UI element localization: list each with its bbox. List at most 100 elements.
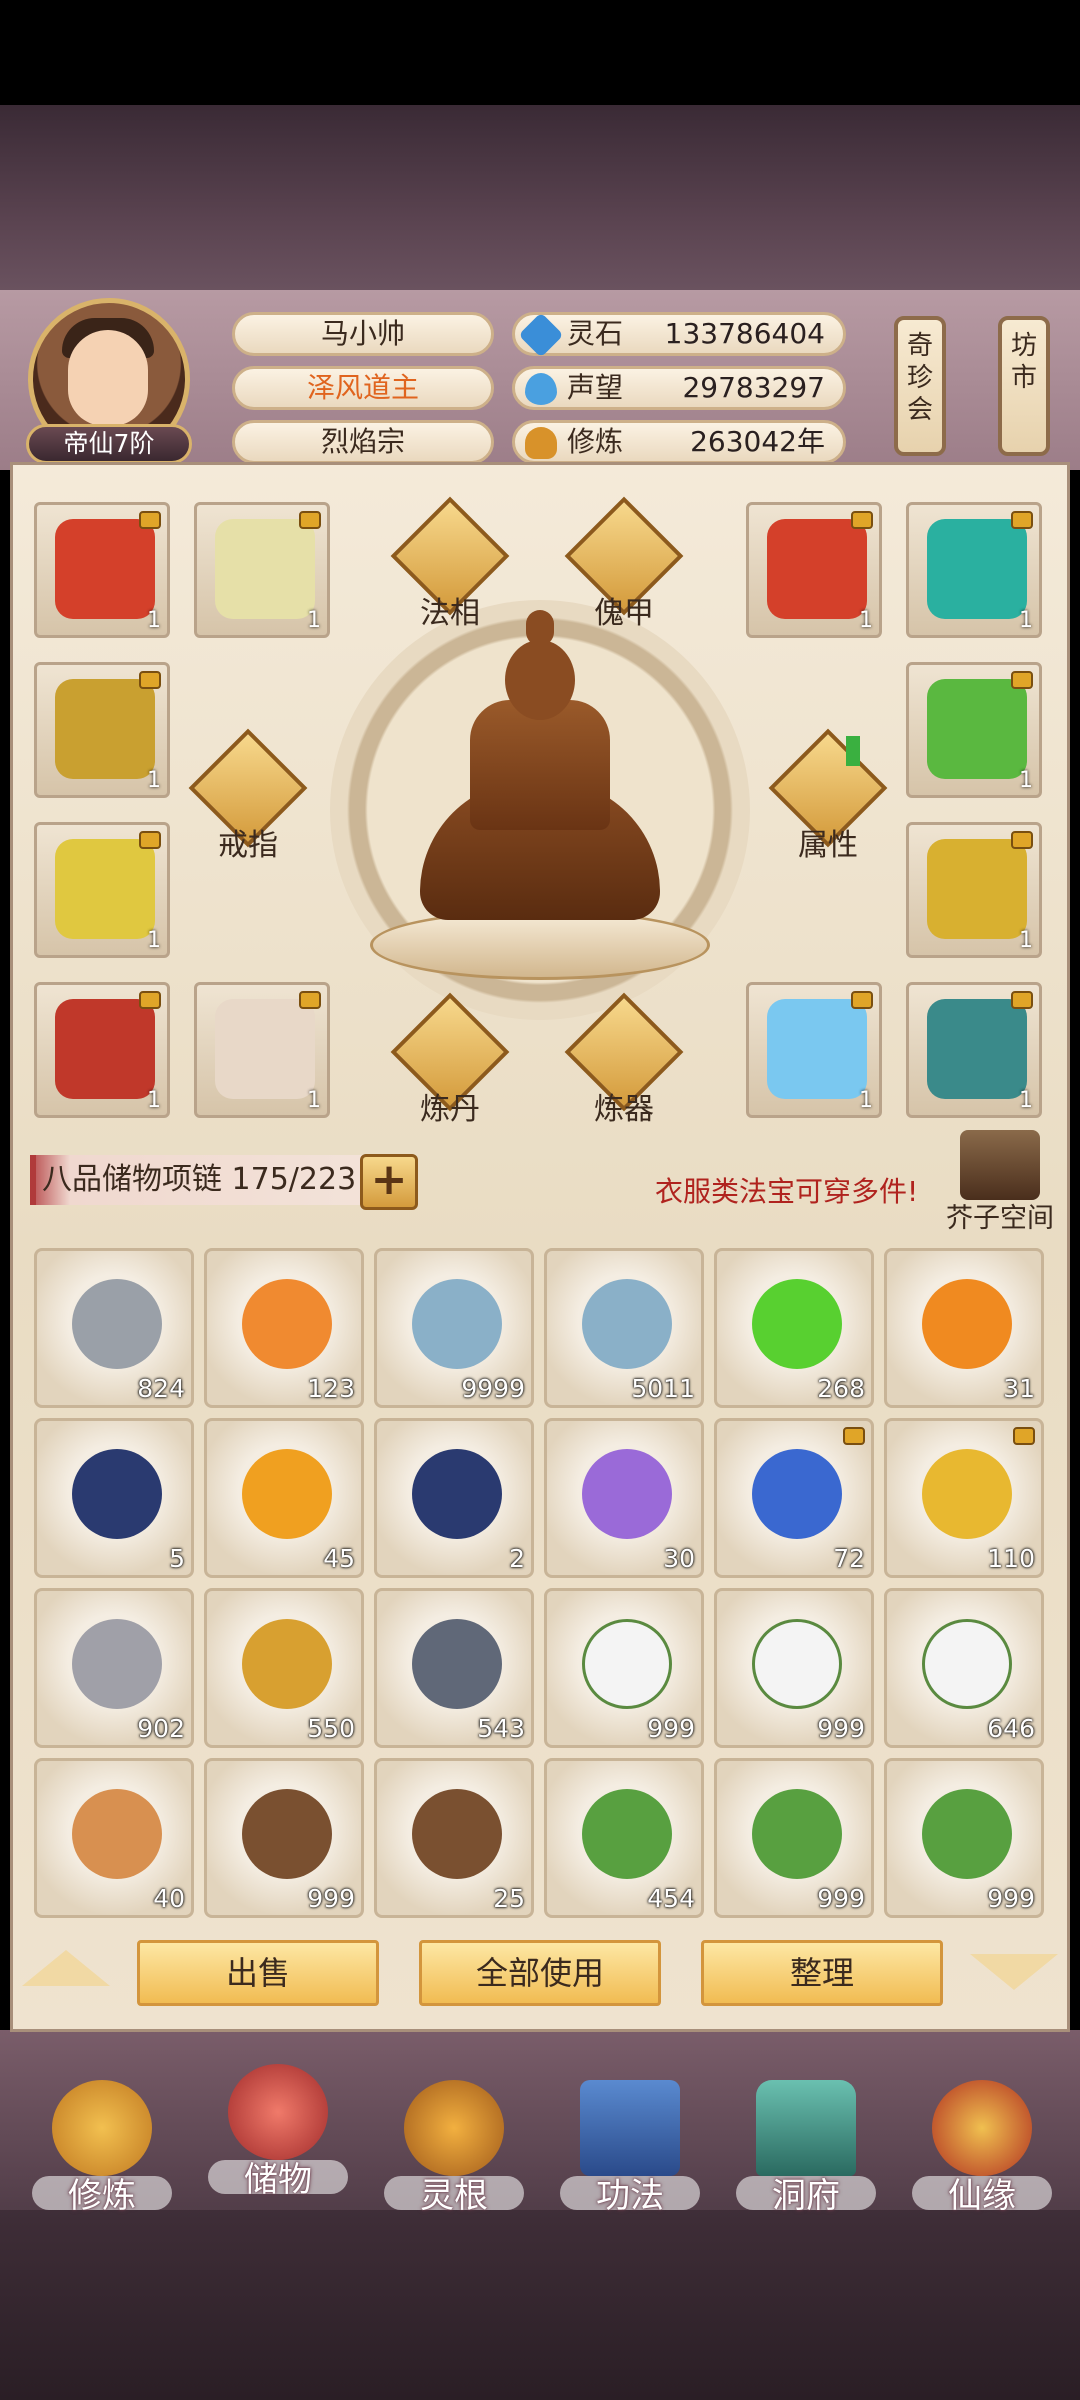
inventory-slot[interactable]: 824 — [34, 1248, 194, 1408]
iron-shards-icon — [72, 1279, 162, 1369]
lock-icon — [139, 671, 161, 689]
equipment-slot[interactable]: 1 — [906, 502, 1042, 638]
equipment-slot[interactable]: 1 — [906, 822, 1042, 958]
item-quantity: 123 — [307, 1374, 355, 1403]
nav-cave-abode[interactable]: 洞府 — [726, 2080, 886, 2220]
flame-icon — [242, 1449, 332, 1539]
lock-icon — [843, 1427, 865, 1445]
market-label: 坊市 — [1010, 331, 1037, 393]
kuijia-label: 傀甲 — [594, 596, 654, 631]
inventory-slot[interactable]: 5011 — [544, 1248, 704, 1408]
equipment-slot[interactable]: 1 — [906, 662, 1042, 798]
inventory-slot[interactable]: 30 — [544, 1418, 704, 1578]
equipment-slot[interactable]: 1 — [34, 662, 170, 798]
inventory-slot[interactable]: 999 — [544, 1588, 704, 1748]
equipment-slot[interactable]: 1 — [34, 822, 170, 958]
treasure-fair-button[interactable]: 奇珍会 — [894, 316, 946, 456]
market-button[interactable]: 坊市 — [998, 316, 1050, 456]
inventory-slot[interactable]: 31 — [884, 1248, 1044, 1408]
player-sect[interactable]: 烈焰宗 — [232, 420, 494, 464]
inventory-slot[interactable]: 123 — [204, 1248, 364, 1408]
nav-storage[interactable]: 储物 — [198, 2064, 358, 2204]
forging-label: 炼器 — [594, 1092, 654, 1127]
inventory-slot[interactable]: 999 — [204, 1758, 364, 1918]
storage-bag-nav-icon — [228, 2064, 328, 2160]
herb-root-icon — [412, 1789, 502, 1879]
inventory-slot[interactable]: 9999 — [374, 1248, 534, 1408]
lock-icon — [1011, 511, 1033, 529]
faxiang-button[interactable]: 法相 — [390, 496, 510, 648]
inventory-slot[interactable]: 40 — [34, 1758, 194, 1918]
kuijia-button[interactable]: 傀甲 — [564, 496, 684, 648]
armor-icon — [927, 679, 1027, 779]
inventory-slot[interactable]: 999 — [884, 1758, 1044, 1918]
inventory-slot[interactable]: 646 — [884, 1588, 1044, 1748]
inventory-slot[interactable]: 550 — [204, 1588, 364, 1748]
nav-cultivation[interactable]: 修炼 — [22, 2080, 182, 2220]
spirit-stone-icon — [518, 312, 564, 358]
amber-shards-icon — [242, 1279, 332, 1369]
lock-icon — [299, 511, 321, 529]
equipment-slot[interactable]: 1 — [194, 502, 330, 638]
equipment-slot[interactable]: 1 — [746, 982, 882, 1118]
stat-reputation: 声望 29783297 — [512, 366, 846, 410]
mustard-space-icon[interactable] — [960, 1130, 1040, 1200]
inventory-slot[interactable]: 25 — [374, 1758, 534, 1918]
item-quantity: 40 — [153, 1884, 185, 1913]
stat-spirit-stone: 灵石 133786404 — [512, 312, 846, 358]
page-up-chevron-icon[interactable] — [22, 1950, 110, 1986]
storage-capacity-label: 八品储物项链 175/223 — [42, 1162, 357, 1197]
item-quantity: 902 — [137, 1714, 185, 1743]
expand-storage-button[interactable]: + — [360, 1154, 418, 1210]
lock-icon — [1011, 831, 1033, 849]
lock-icon — [1013, 1427, 1035, 1445]
nav-immortal-fate[interactable]: 仙缘 — [902, 2080, 1062, 2220]
page-down-chevron-icon[interactable] — [970, 1954, 1058, 1990]
inventory-slot[interactable]: 999 — [714, 1588, 874, 1748]
armor-icon — [55, 839, 155, 939]
item-quantity: 110 — [987, 1544, 1035, 1573]
equipment-slot[interactable]: 1 — [34, 502, 170, 638]
inventory-slot[interactable]: 5 — [34, 1418, 194, 1578]
item-quantity: 25 — [493, 1884, 525, 1913]
nav-technique[interactable]: 功法 — [550, 2080, 710, 2220]
inventory-slot[interactable]: 543 — [374, 1588, 534, 1748]
equipment-slot[interactable]: 1 — [194, 982, 330, 1118]
golden-gourd-icon — [922, 1449, 1012, 1539]
use-all-button[interactable]: 全部使用 — [419, 1940, 661, 2006]
inventory-slot[interactable]: 902 — [34, 1588, 194, 1748]
mustard-space-label[interactable]: 芥子空间 — [946, 1196, 1054, 1235]
inventory-slot[interactable]: 999 — [714, 1758, 874, 1918]
spirit-root-nav-icon — [404, 2080, 504, 2176]
organize-button[interactable]: 整理 — [701, 1940, 943, 2006]
inventory-slot[interactable]: 2 — [374, 1418, 534, 1578]
item-quantity: 268 — [817, 1374, 865, 1403]
inventory-slot[interactable]: 268 — [714, 1248, 874, 1408]
equipment-slot[interactable]: 1 — [906, 982, 1042, 1118]
equipment-count: 1 — [307, 1088, 321, 1113]
ring-button[interactable]: 戒指 — [188, 728, 308, 880]
player-name: 马小帅 — [232, 312, 494, 356]
gold-ore-icon — [242, 1619, 332, 1709]
item-quantity: 45 — [323, 1544, 355, 1573]
ring-label: 戒指 — [218, 828, 278, 863]
item-quantity: 30 — [663, 1544, 695, 1573]
equipment-slot[interactable]: 1 — [746, 502, 882, 638]
attributes-button[interactable]: 属性 — [768, 728, 888, 880]
inventory-slot[interactable]: 72 — [714, 1418, 874, 1578]
sell-button[interactable]: 出售 — [137, 1940, 379, 2006]
inventory-slot[interactable]: 45 — [204, 1418, 364, 1578]
equipment-count: 1 — [1019, 768, 1033, 793]
red-flower-herb-icon — [752, 1789, 842, 1879]
item-quantity: 999 — [307, 1884, 355, 1913]
inventory-slot[interactable]: 454 — [544, 1758, 704, 1918]
inventory-slot[interactable]: 110 — [884, 1418, 1044, 1578]
alchemy-button[interactable]: 炼丹 — [390, 992, 510, 1144]
armor-icon — [55, 999, 155, 1099]
nav-spirit-root[interactable]: 灵根 — [374, 2080, 534, 2220]
forging-button[interactable]: 炼器 — [564, 992, 684, 1144]
white-lily-icon — [752, 1619, 842, 1709]
player-title[interactable]: 泽风道主 — [232, 366, 494, 410]
equipment-slot[interactable]: 1 — [34, 982, 170, 1118]
item-quantity: 999 — [817, 1714, 865, 1743]
